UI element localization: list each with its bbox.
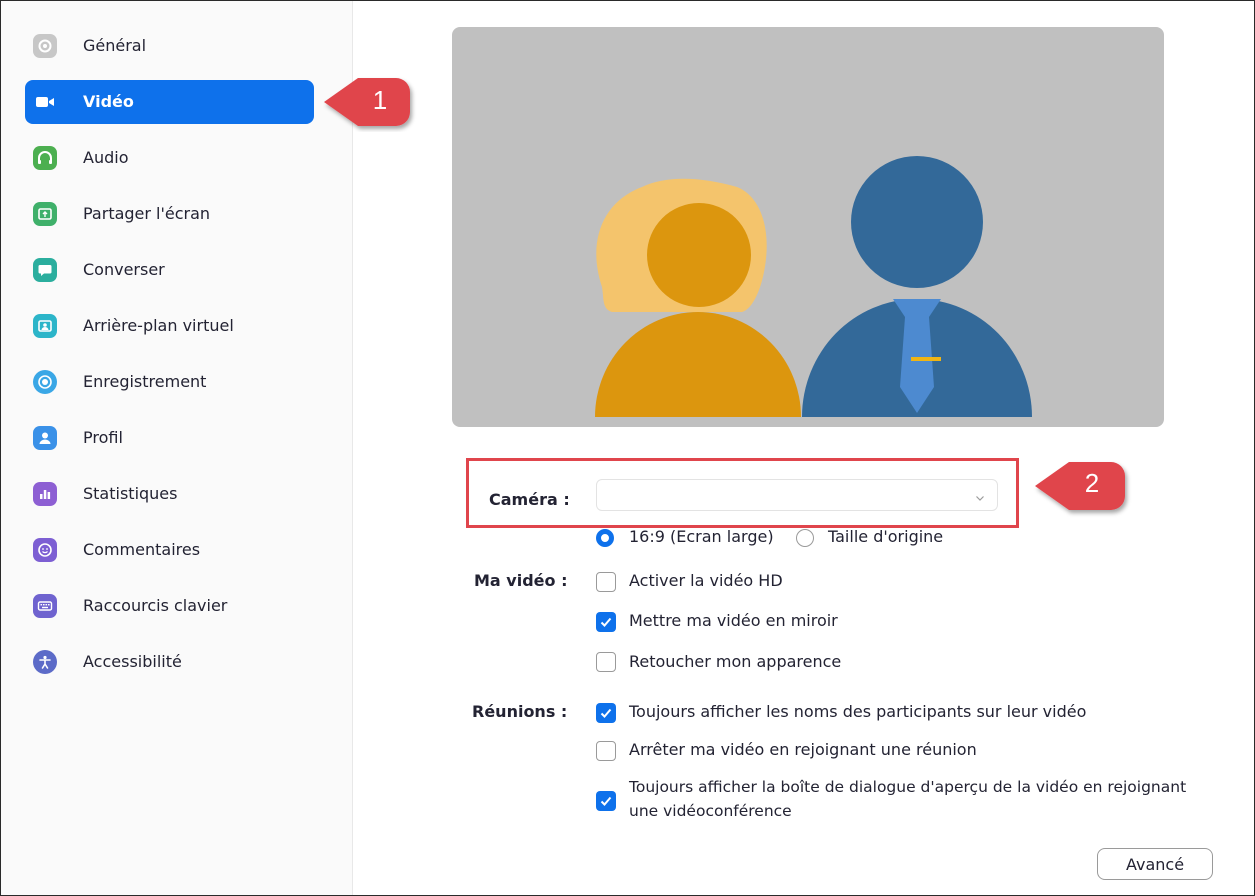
statistics-icon bbox=[33, 482, 57, 506]
preview-illustration bbox=[595, 156, 1032, 417]
callout-number-1: 1 bbox=[372, 85, 388, 115]
sidebar-item-label: Accessibilité bbox=[83, 652, 182, 671]
sidebar-item-profile[interactable]: Profil bbox=[25, 416, 314, 460]
touch-up-label: Retoucher mon apparence bbox=[629, 652, 842, 671]
sidebar-item-recording[interactable]: Enregistrement bbox=[25, 360, 314, 404]
mirror-video-checkbox[interactable] bbox=[596, 612, 616, 632]
headphones-icon bbox=[33, 146, 57, 170]
aspect-original-label: Taille d'origine bbox=[828, 527, 944, 546]
preview-dialog-checkbox[interactable] bbox=[596, 791, 616, 811]
my-video-label: Ma vidéo : bbox=[474, 571, 568, 590]
video-preview bbox=[452, 27, 1164, 427]
sidebar-item-label: Enregistrement bbox=[83, 372, 207, 391]
stop-video-on-join-checkbox[interactable] bbox=[596, 741, 616, 761]
chat-icon bbox=[33, 258, 57, 282]
sidebar-item-general[interactable]: Général bbox=[25, 24, 314, 68]
accessibility-icon bbox=[33, 650, 57, 674]
virtual-background-icon bbox=[33, 314, 57, 338]
sidebar-item-label: Audio bbox=[83, 148, 129, 167]
profile-icon bbox=[33, 426, 57, 450]
sidebar-item-label: Raccourcis clavier bbox=[83, 596, 228, 615]
preview-dialog-label-line1: Toujours afficher la boîte de dialogue d… bbox=[629, 778, 1187, 796]
aspect-wide-label: 16:9 (Ecran large) bbox=[629, 527, 774, 546]
settings-sidebar: Général Vidéo Audio Partager l'écran Con… bbox=[1, 1, 353, 895]
sidebar-item-virtual-background[interactable]: Arrière-plan virtuel bbox=[25, 304, 314, 348]
sidebar-item-label: Converser bbox=[83, 260, 165, 279]
keyboard-icon bbox=[33, 594, 57, 618]
sidebar-item-feedback[interactable]: Commentaires bbox=[25, 528, 314, 572]
sidebar-item-label: Partager l'écran bbox=[83, 204, 211, 223]
camera-label: Caméra : bbox=[489, 490, 570, 509]
video-camera-icon bbox=[33, 90, 57, 114]
sidebar-item-label: Profil bbox=[83, 428, 123, 447]
show-names-label: Toujours afficher les noms des participa… bbox=[629, 702, 1087, 721]
chevron-down-icon bbox=[975, 488, 985, 507]
aspect-wide-radio[interactable] bbox=[596, 529, 614, 547]
preview-dialog-label-line2: une vidéoconférence bbox=[629, 802, 792, 820]
sidebar-item-label: Arrière-plan virtuel bbox=[83, 316, 234, 335]
sidebar-item-audio[interactable]: Audio bbox=[25, 136, 314, 180]
touch-up-checkbox[interactable] bbox=[596, 652, 616, 672]
sidebar-item-label: Commentaires bbox=[83, 540, 201, 559]
hd-video-label: Activer la vidéo HD bbox=[629, 571, 783, 590]
camera-select[interactable] bbox=[596, 479, 998, 511]
sidebar-item-keyboard-shortcuts[interactable]: Raccourcis clavier bbox=[25, 584, 314, 628]
stop-video-on-join-label: Arrêter ma vidéo en rejoignant une réuni… bbox=[629, 740, 977, 759]
gear-icon bbox=[33, 34, 57, 58]
advanced-button[interactable]: Avancé bbox=[1097, 848, 1213, 880]
hd-video-checkbox[interactable] bbox=[596, 572, 616, 592]
sidebar-item-label: Vidéo bbox=[83, 92, 134, 111]
sidebar-item-accessibility[interactable]: Accessibilité bbox=[25, 640, 314, 684]
sidebar-item-label: Statistiques bbox=[83, 484, 178, 503]
mirror-video-label: Mettre ma vidéo en miroir bbox=[629, 611, 838, 630]
sidebar-item-label: Général bbox=[83, 36, 147, 55]
feedback-icon bbox=[33, 538, 57, 562]
share-screen-icon bbox=[33, 202, 57, 226]
record-icon bbox=[33, 370, 57, 394]
meetings-label: Réunions : bbox=[472, 702, 568, 721]
sidebar-item-video[interactable]: Vidéo bbox=[25, 80, 314, 124]
sidebar-item-share-screen[interactable]: Partager l'écran bbox=[25, 192, 314, 236]
aspect-original-radio[interactable] bbox=[796, 529, 814, 547]
callout-number-2: 2 bbox=[1084, 468, 1100, 498]
sidebar-item-chat[interactable]: Converser bbox=[25, 248, 314, 292]
show-names-checkbox[interactable] bbox=[596, 703, 616, 723]
sidebar-item-statistics[interactable]: Statistiques bbox=[25, 472, 314, 516]
